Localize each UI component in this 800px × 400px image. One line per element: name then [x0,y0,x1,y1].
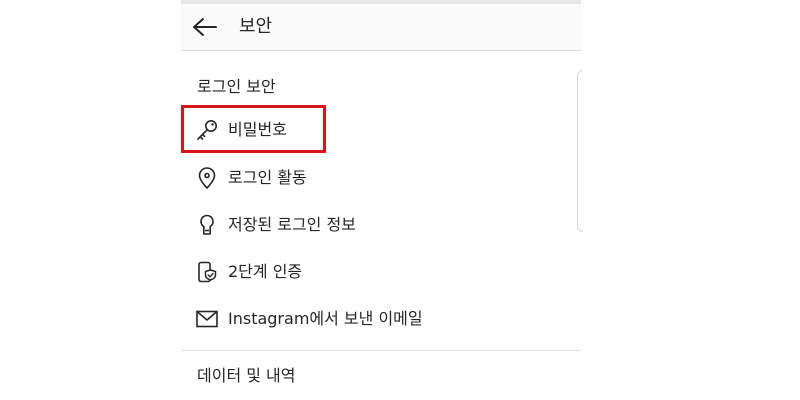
menu-item-saved-login-info[interactable]: 저장된 로그인 정보 [181,205,581,245]
section-title-data-history[interactable]: 데이터 및 내역 [197,366,296,386]
menu-item-label: 저장된 로그인 정보 [228,215,356,234]
keyhole-icon [195,213,219,237]
back-button[interactable] [191,13,219,41]
scroll-edge [577,70,583,232]
screen: 보안 로그인 보안 비밀번호 로그인 활동 저장된 로그인 정보 2단계 인증 … [0,0,800,400]
phone-shield-icon [195,260,219,284]
menu-item-label: 2단계 인증 [228,262,303,281]
page-title: 보안 [239,16,273,37]
section-divider [181,350,581,351]
key-icon [195,118,219,142]
menu-item-two-factor-authentication[interactable]: 2단계 인증 [181,252,581,292]
arrow-left-icon [193,18,217,36]
menu-item-label: 로그인 활동 [228,168,307,187]
menu-item-label: Instagram에서 보낸 이메일 [228,309,423,328]
security-settings-screen: 보안 로그인 보안 비밀번호 로그인 활동 저장된 로그인 정보 2단계 인증 … [181,0,581,400]
menu-item-emails-from-instagram[interactable]: Instagram에서 보낸 이메일 [181,299,581,339]
location-pin-icon [195,166,219,190]
menu-item-password[interactable]: 비밀번호 [181,110,581,150]
menu-item-label: 비밀번호 [228,120,287,139]
menu-item-login-activity[interactable]: 로그인 활동 [181,158,581,198]
mail-icon [195,307,219,331]
app-header: 보안 [181,4,581,51]
section-title-login-security: 로그인 보안 [197,77,276,96]
